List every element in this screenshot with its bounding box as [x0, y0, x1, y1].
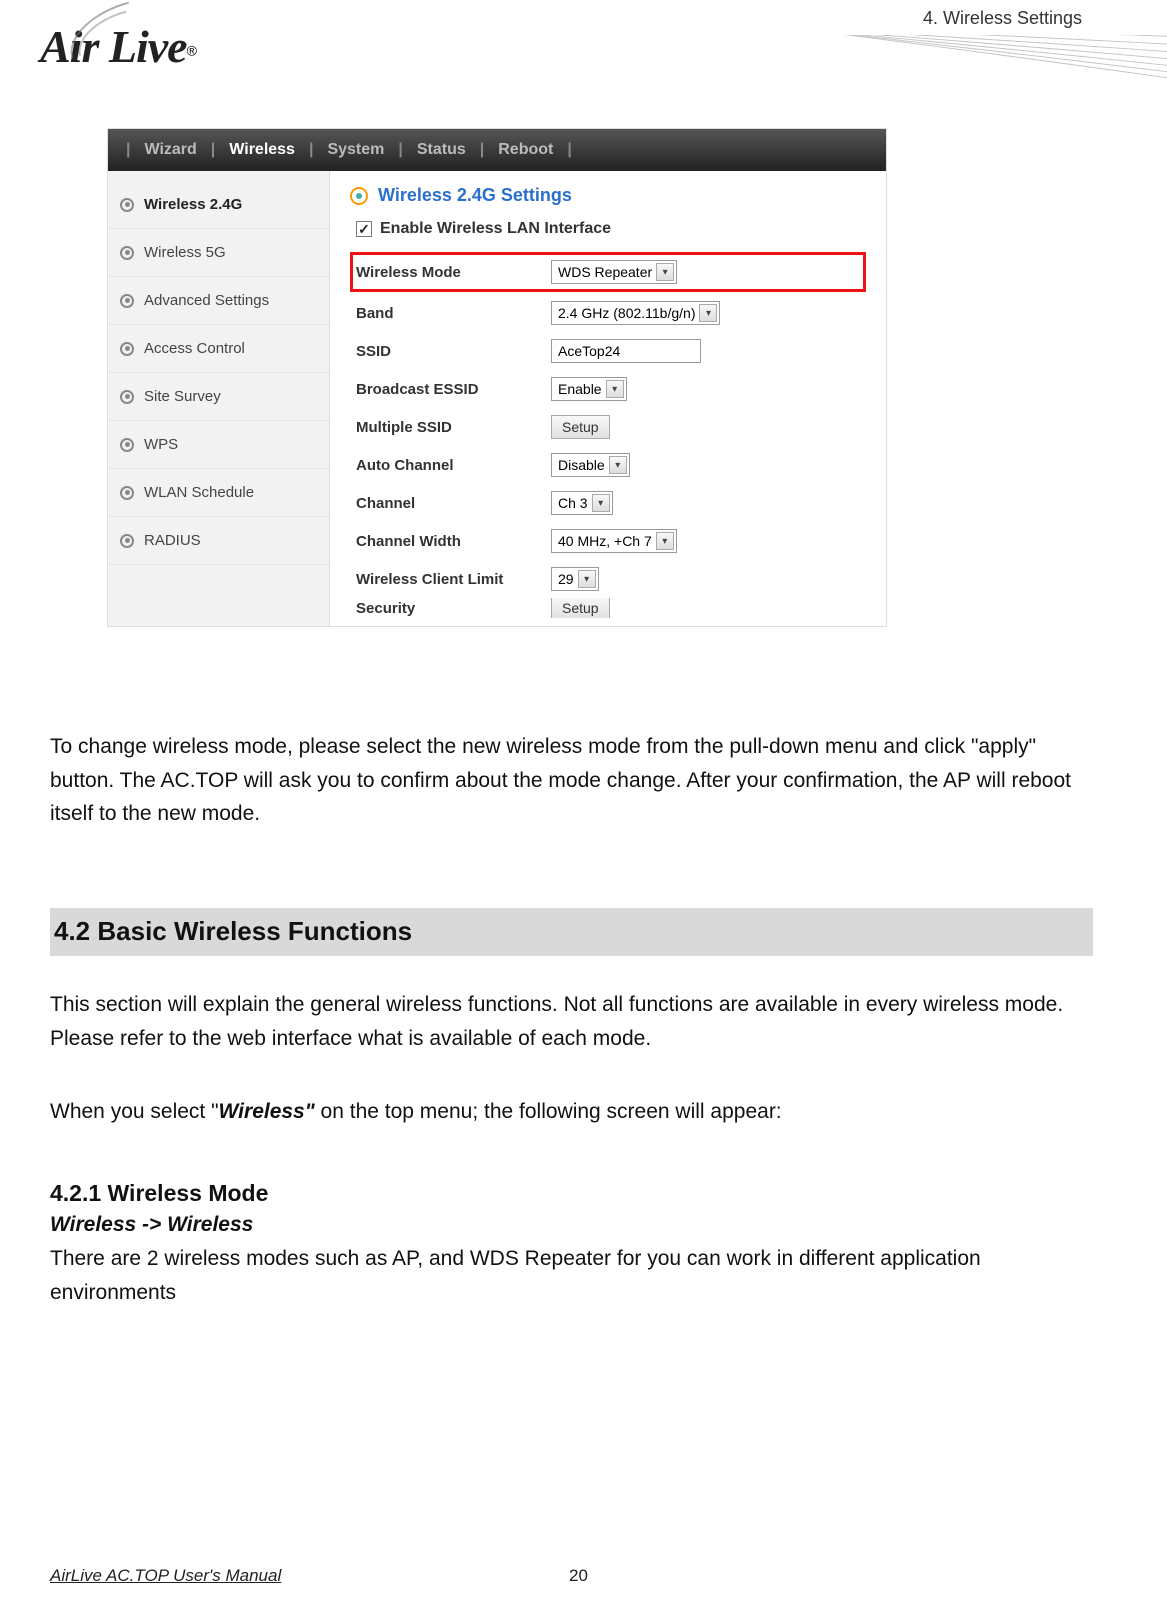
chevron-down-icon: ▾ — [592, 494, 610, 512]
paragraph-wireless-select: When you select "Wireless" on the top me… — [50, 1095, 1092, 1129]
wireless-icon — [350, 187, 368, 205]
enable-label: Enable Wireless LAN Interface — [380, 220, 611, 238]
row-band: Band 2.4 GHz (802.11b/g/n)▾ — [350, 294, 866, 332]
brand-logo: Air Live® — [40, 20, 197, 73]
sidebar-item-label: RADIUS — [144, 532, 201, 549]
paragraph-modes-desc: There are 2 wireless modes such as AP, a… — [50, 1242, 1092, 1309]
label-channel: Channel — [356, 495, 551, 512]
radio-icon — [120, 486, 134, 500]
label-security: Security — [356, 600, 551, 617]
nav-reboot[interactable]: Reboot — [492, 141, 559, 159]
row-ssid: SSID AceTop24 — [350, 332, 866, 370]
page-footer: AirLive AC.TOP User's Manual 20 — [50, 1566, 1107, 1586]
sidebar-item-label: WLAN Schedule — [144, 484, 254, 501]
chevron-down-icon: ▾ — [656, 263, 674, 281]
chevron-down-icon: ▾ — [656, 532, 674, 550]
panel-title-text: Wireless 2.4G Settings — [378, 185, 572, 206]
label-ssid: SSID — [356, 343, 551, 360]
row-client-limit: Wireless Client Limit 29▾ — [350, 560, 866, 598]
chapter-header: 4. Wireless Settings — [923, 8, 1082, 29]
select-channel[interactable]: Ch 3▾ — [551, 491, 613, 515]
radio-icon — [120, 390, 134, 404]
sidebar-item-wireless-5g[interactable]: Wireless 5G — [108, 229, 329, 277]
top-nav: | Wizard | Wireless | System | Status | … — [108, 129, 886, 171]
label-client-limit: Wireless Client Limit — [356, 571, 551, 588]
input-ssid[interactable]: AceTop24 — [551, 339, 701, 363]
radio-icon — [120, 342, 134, 356]
button-security-setup[interactable]: Setup — [551, 598, 610, 618]
chevron-down-icon: ▾ — [578, 570, 596, 588]
label-band: Band — [356, 305, 551, 322]
sidebar: Wireless 2.4G Wireless 5G Advanced Setti… — [108, 171, 330, 626]
sidebar-item-label: Advanced Settings — [144, 292, 269, 309]
subsection-heading-4-2-1: 4.2.1 Wireless Mode — [50, 1175, 1092, 1212]
router-ui-screenshot: | Wizard | Wireless | System | Status | … — [107, 128, 887, 627]
select-channel-width[interactable]: 40 MHz, +Ch 7▾ — [551, 529, 677, 553]
registered-mark: ® — [187, 43, 197, 59]
sidebar-item-label: Wireless 2.4G — [144, 196, 242, 213]
select-band[interactable]: 2.4 GHz (802.11b/g/n)▾ — [551, 301, 720, 325]
sidebar-item-wps[interactable]: WPS — [108, 421, 329, 469]
label-broadcast-essid: Broadcast ESSID — [356, 381, 551, 398]
manual-title: AirLive AC.TOP User's Manual — [50, 1566, 281, 1586]
main-panel: Wireless 2.4G Settings Enable Wireless L… — [330, 171, 886, 626]
row-broadcast-essid: Broadcast ESSID Enable▾ — [350, 370, 866, 408]
panel-title: Wireless 2.4G Settings — [350, 185, 866, 206]
row-security: Security Setup — [350, 598, 866, 618]
label-channel-width: Channel Width — [356, 533, 551, 550]
sidebar-item-wlan-schedule[interactable]: WLAN Schedule — [108, 469, 329, 517]
nav-wireless[interactable]: Wireless — [223, 141, 301, 159]
radio-icon — [120, 534, 134, 548]
nav-wizard[interactable]: Wizard — [138, 141, 202, 159]
label-auto-channel: Auto Channel — [356, 457, 551, 474]
enable-checkbox[interactable] — [356, 221, 372, 237]
radio-icon — [120, 246, 134, 260]
chevron-down-icon: ▾ — [606, 380, 624, 398]
label-multiple-ssid: Multiple SSID — [356, 419, 551, 436]
label-wireless-mode: Wireless Mode — [356, 264, 551, 281]
row-channel: Channel Ch 3▾ — [350, 484, 866, 522]
enable-wireless-row: Enable Wireless LAN Interface — [356, 220, 860, 238]
sidebar-item-wireless-24g[interactable]: Wireless 2.4G — [108, 181, 329, 229]
paragraph-section-intro: This section will explain the general wi… — [50, 988, 1092, 1055]
paragraph-mode-change: To change wireless mode, please select t… — [50, 730, 1092, 831]
section-heading-4-2: 4.2 Basic Wireless Functions — [50, 908, 1093, 956]
radio-icon — [120, 294, 134, 308]
nav-status[interactable]: Status — [411, 141, 472, 159]
button-multiple-ssid-setup[interactable]: Setup — [551, 415, 610, 439]
sidebar-item-site-survey[interactable]: Site Survey — [108, 373, 329, 421]
nav-system[interactable]: System — [321, 141, 390, 159]
chevron-down-icon: ▾ — [609, 456, 627, 474]
sidebar-item-label: Wireless 5G — [144, 244, 226, 261]
select-auto-channel[interactable]: Disable▾ — [551, 453, 630, 477]
radio-icon — [120, 438, 134, 452]
breadcrumb-path: Wireless -> Wireless — [50, 1208, 1092, 1242]
sidebar-item-label: Access Control — [144, 340, 245, 357]
page-number: 20 — [569, 1566, 588, 1586]
select-broadcast-essid[interactable]: Enable▾ — [551, 377, 627, 401]
decorative-mesh — [280, 35, 1167, 135]
sidebar-item-label: Site Survey — [144, 388, 221, 405]
radio-icon — [120, 198, 134, 212]
sidebar-item-advanced-settings[interactable]: Advanced Settings — [108, 277, 329, 325]
sidebar-item-access-control[interactable]: Access Control — [108, 325, 329, 373]
row-channel-width: Channel Width 40 MHz, +Ch 7▾ — [350, 522, 866, 560]
row-wireless-mode: Wireless Mode WDS Repeater▾ — [350, 252, 866, 292]
row-auto-channel: Auto Channel Disable▾ — [350, 446, 866, 484]
chevron-down-icon: ▾ — [699, 304, 717, 322]
select-client-limit[interactable]: 29▾ — [551, 567, 599, 591]
sidebar-item-radius[interactable]: RADIUS — [108, 517, 329, 565]
select-wireless-mode[interactable]: WDS Repeater▾ — [551, 260, 677, 284]
row-multiple-ssid: Multiple SSID Setup — [350, 408, 866, 446]
sidebar-item-label: WPS — [144, 436, 178, 453]
